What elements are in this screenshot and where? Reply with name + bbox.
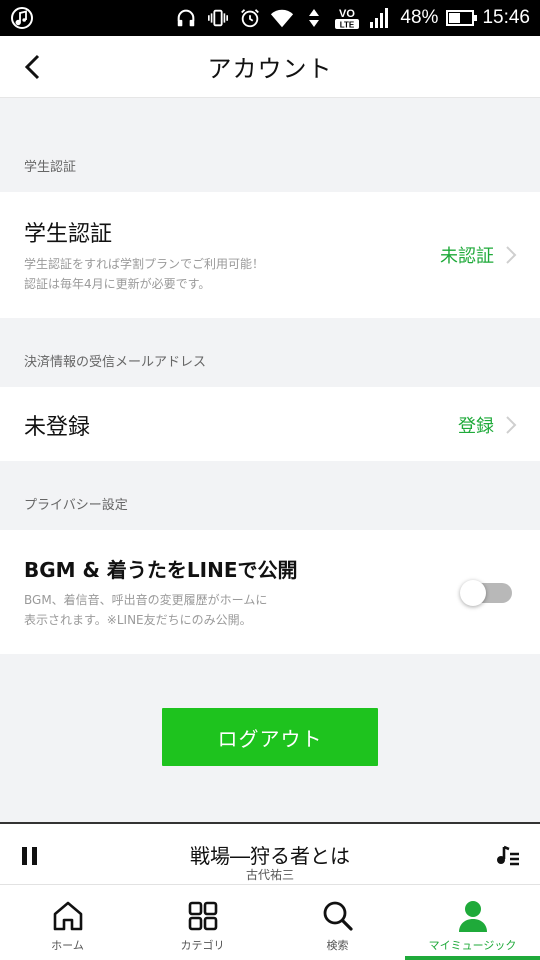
payment-email-row[interactable]: 未登録 登録 — [0, 387, 540, 461]
toggle-knob — [460, 580, 486, 606]
mini-player[interactable]: 戦場―狩る者とは 古代祐三 — [0, 822, 540, 884]
bgm-publish-title: BGM & 着うたをLINEで公開 — [24, 558, 298, 582]
home-icon — [51, 899, 85, 933]
bottom-navigation: ホーム カテゴリ 検索 マイミュージック — [0, 884, 540, 960]
nav-item-home[interactable]: ホーム — [0, 885, 135, 960]
search-icon — [321, 899, 355, 933]
student-verification-title: 学生認証 — [24, 222, 113, 247]
battery-level — [449, 13, 460, 23]
music-note-icon — [10, 6, 34, 30]
playlist-icon — [497, 845, 519, 866]
payment-email-value: 未登録 — [24, 415, 91, 440]
student-verification-desc-1: 学生認証をすれば学割プランでご利用可能！ — [24, 257, 265, 271]
data-arrows-icon — [302, 6, 326, 30]
app-header: アカウント — [0, 36, 540, 98]
queue-button[interactable] — [496, 844, 520, 866]
svg-text:LTE: LTE — [340, 21, 355, 30]
bgm-publish-toggle[interactable] — [460, 580, 514, 606]
nav-item-my-music[interactable]: マイミュージック — [405, 885, 540, 960]
clock: 15:46 — [482, 7, 530, 28]
battery-icon — [446, 10, 478, 26]
nav-label-search: 検索 — [326, 939, 349, 952]
privacy-row: BGM & 着うたをLINEで公開 BGM、着信音、呼出音の変更履歴がホームに … — [0, 530, 540, 654]
student-verification-desc-2: 認証は毎年4月に更新が必要です。 — [24, 277, 211, 291]
verification-status: 未認証 — [440, 246, 494, 267]
section-label-student: 学生認証 — [24, 160, 77, 175]
chevron-right-icon — [504, 245, 518, 265]
back-button[interactable] — [18, 52, 48, 82]
page-title: アカウント — [207, 55, 333, 83]
vibrate-icon — [206, 6, 230, 30]
register-link[interactable]: 登録 — [458, 412, 494, 438]
headphones-icon — [174, 6, 198, 30]
now-playing-title: 戦場―狩る者とは — [190, 844, 350, 868]
now-playing-artist: 古代祐三 — [245, 868, 294, 882]
section-label-payment-email: 決済情報の受信メールアドレス — [24, 355, 207, 370]
section-label-privacy: プライバシー設定 — [24, 498, 128, 513]
nav-item-search[interactable]: 検索 — [270, 885, 405, 960]
wifi-icon — [270, 6, 294, 30]
back-arrow-icon — [24, 54, 40, 80]
nav-label-category: カテゴリ — [180, 939, 225, 952]
chevron-right-icon — [504, 415, 518, 435]
nav-label-my-music: マイミュージック — [428, 939, 517, 952]
alarm-icon — [238, 6, 262, 30]
nav-item-category[interactable]: カテゴリ — [135, 885, 270, 960]
signal-icon — [368, 6, 392, 30]
battery-percent: 48% — [400, 7, 439, 28]
status-bar: VO LTE 48% 15:46 — [0, 0, 540, 36]
volte-icon: VO LTE — [334, 6, 360, 30]
svg-text:VO: VO — [339, 8, 355, 20]
grid-icon — [186, 899, 220, 933]
logout-button[interactable]: ログアウト — [162, 708, 378, 766]
nav-label-home: ホーム — [51, 939, 84, 952]
bgm-publish-desc-2: 表示されます。※LINE友だちにのみ公開。 — [24, 613, 252, 627]
person-icon — [456, 899, 490, 933]
bgm-publish-desc-1: BGM、着信音、呼出音の変更履歴がホームに — [24, 593, 268, 607]
student-verification-row[interactable]: 学生認証 学生認証をすれば学割プランでご利用可能！ 認証は毎年4月に更新が必要で… — [0, 192, 540, 318]
